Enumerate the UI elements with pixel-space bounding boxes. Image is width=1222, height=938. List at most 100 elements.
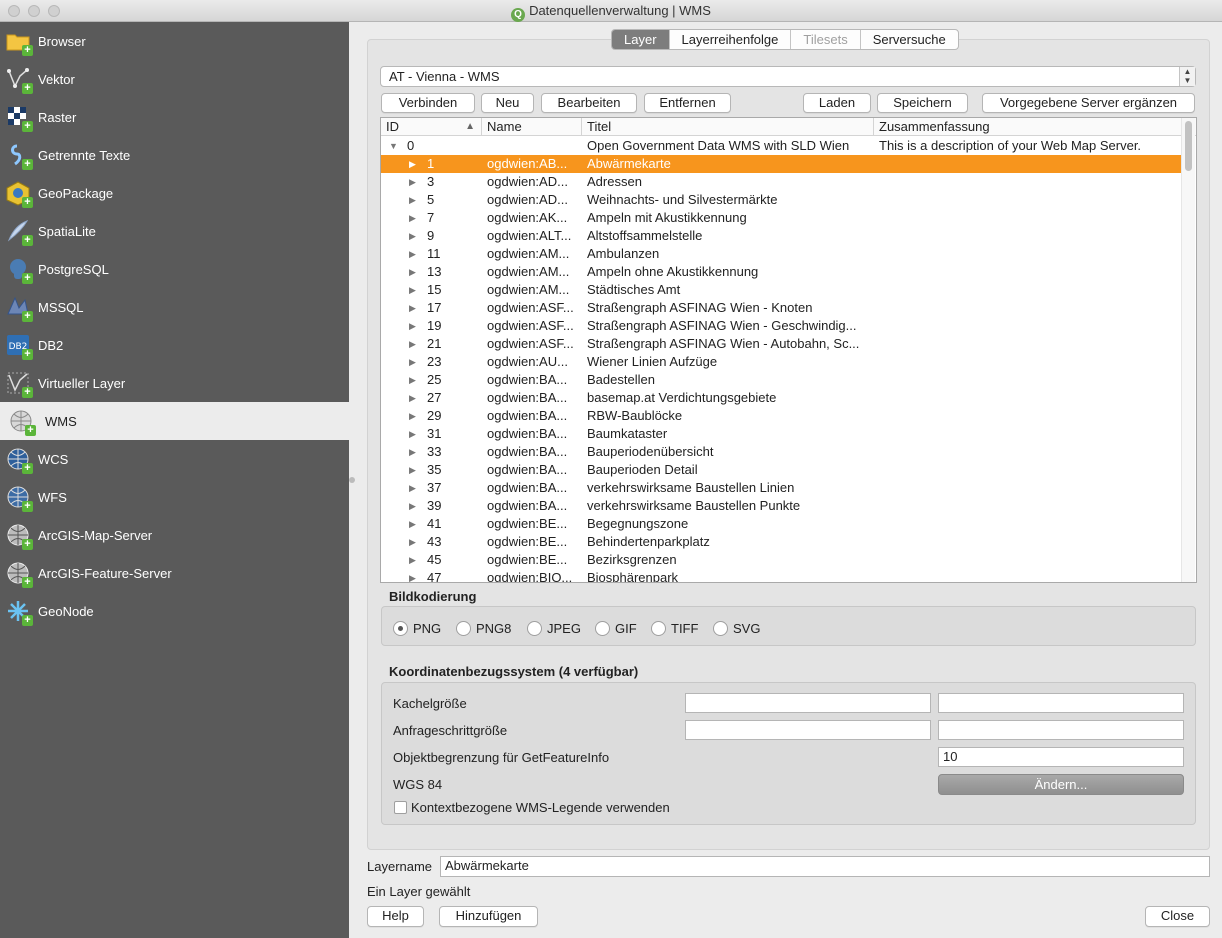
step-height-input[interactable] xyxy=(938,720,1184,740)
table-row[interactable]: ▶ 39 ogdwien:BA... verkehrswirksame Baustel… xyxy=(381,497,1183,515)
table-row[interactable]: ▶ 41 ogdwien:BE... Begegnungszone xyxy=(381,515,1183,533)
sidebar-item-getrennte-texte[interactable]: + Getrennte Texte xyxy=(0,136,349,174)
column-header-title[interactable]: Titel xyxy=(582,118,874,136)
change-crs-button[interactable]: Ändern... xyxy=(938,774,1184,795)
expand-triangle-icon[interactable]: ▶ xyxy=(409,497,416,515)
sidebar-item-raster[interactable]: + Raster xyxy=(0,98,349,136)
table-row-root[interactable]: ▼ 0 Open Government Data WMS with SLD Wi… xyxy=(381,137,1183,155)
table-row[interactable]: ▶ 17 ogdwien:ASF... Straßengraph ASFINAG Wi… xyxy=(381,299,1183,317)
column-header-name[interactable]: Name xyxy=(482,118,582,136)
table-row[interactable]: ▶ 33 ogdwien:BA... Bauperiodenübersicht xyxy=(381,443,1183,461)
table-row[interactable]: ▶ 27 ogdwien:BA... basemap.at Verdichtungsg… xyxy=(381,389,1183,407)
table-row[interactable]: ▶ 13 ogdwien:AM... Ampeln ohne Akustikkennu… xyxy=(381,263,1183,281)
sidebar-item-postgresql[interactable]: + PostgreSQL xyxy=(0,250,349,288)
table-row[interactable]: ▶ 47 ogdwien:BIO... Biosphärenpark xyxy=(381,569,1183,582)
table-row[interactable]: ▶ 23 ogdwien:AU... Wiener Linien Aufzüge xyxy=(381,353,1183,371)
table-row[interactable]: ▶ 25 ogdwien:BA... Badestellen xyxy=(381,371,1183,389)
encoding-radio-png[interactable]: PNG xyxy=(393,620,441,636)
encoding-radio-tiff[interactable]: TIFF xyxy=(651,620,698,636)
expand-triangle-icon[interactable]: ▶ xyxy=(409,353,416,371)
expand-triangle-icon[interactable]: ▶ xyxy=(409,317,416,335)
table-vertical-scrollbar[interactable] xyxy=(1181,118,1195,582)
table-row[interactable]: ▶ 9 ogdwien:ALT... Altstoffsammelstelle xyxy=(381,227,1183,245)
expand-triangle-icon[interactable]: ▶ xyxy=(409,227,416,245)
column-header-id[interactable]: ID ▲ xyxy=(381,118,482,136)
expand-triangle-icon[interactable]: ▶ xyxy=(409,515,416,533)
sidebar-item-arcgis-feature-server[interactable]: + ArcGIS-Feature-Server xyxy=(0,554,349,592)
table-row[interactable]: ▶ 43 ogdwien:BE... Behindertenparkplatz xyxy=(381,533,1183,551)
table-row[interactable]: ▶ 21 ogdwien:ASF... Straßengraph ASFINAG Wi… xyxy=(381,335,1183,353)
expand-triangle-icon[interactable]: ▶ xyxy=(409,263,416,281)
edit-button[interactable]: Bearbeiten xyxy=(541,93,637,113)
add-default-servers-button[interactable]: Vorgegebene Server ergänzen xyxy=(982,93,1195,113)
expand-triangle-icon[interactable]: ▶ xyxy=(409,461,416,479)
encoding-radio-png8[interactable]: PNG8 xyxy=(456,620,511,636)
tab-tilesets[interactable]: Tilesets xyxy=(791,30,861,49)
tile-height-input[interactable] xyxy=(938,693,1184,713)
connect-button[interactable]: Verbinden xyxy=(381,93,475,113)
expand-triangle-icon[interactable]: ▶ xyxy=(409,155,416,173)
table-row[interactable]: ▶ 19 ogdwien:ASF... Straßengraph ASFINAG Wi… xyxy=(381,317,1183,335)
expand-triangle-icon[interactable]: ▶ xyxy=(409,191,416,209)
sidebar-item-mssql[interactable]: + MSSQL xyxy=(0,288,349,326)
feature-limit-input[interactable]: 10 xyxy=(938,747,1184,767)
scrollbar-thumb[interactable] xyxy=(1185,121,1192,171)
expand-triangle-icon[interactable]: ▶ xyxy=(409,209,416,227)
table-row[interactable]: ▶ 1 ogdwien:AB... Abwärmekarte xyxy=(381,155,1183,173)
save-button[interactable]: Speichern xyxy=(877,93,968,113)
encoding-radio-jpeg[interactable]: JPEG xyxy=(527,620,581,636)
table-row[interactable]: ▶ 15 ogdwien:AM... Städtisches Amt xyxy=(381,281,1183,299)
expand-triangle-icon[interactable]: ▶ xyxy=(409,371,416,389)
expand-triangle-icon[interactable]: ▶ xyxy=(409,299,416,317)
sidebar-item-vektor[interactable]: + Vektor xyxy=(0,60,349,98)
encoding-radio-svg[interactable]: SVG xyxy=(713,620,760,636)
sidebar-item-arcgis-map-server[interactable]: + ArcGIS-Map-Server xyxy=(0,516,349,554)
table-row[interactable]: ▶ 45 ogdwien:BE... Bezirksgrenzen xyxy=(381,551,1183,569)
sidebar-item-browser[interactable]: + Browser xyxy=(0,22,349,60)
sidebar-item-wms[interactable]: + WMS xyxy=(0,402,349,440)
sidebar-item-wcs[interactable]: + WCS xyxy=(0,440,349,478)
help-button[interactable]: Help xyxy=(367,906,424,927)
layer-tree-table[interactable]: ID ▲ Name Titel Zusammenfassung ▼ 0 Open… xyxy=(380,117,1197,583)
layername-input[interactable]: Abwärmekarte xyxy=(440,856,1210,877)
sidebar-item-wfs[interactable]: + WFS xyxy=(0,478,349,516)
step-width-input[interactable] xyxy=(685,720,931,740)
table-row[interactable]: ▶ 5 ogdwien:AD... Weihnachts- und Silvester… xyxy=(381,191,1183,209)
connection-select[interactable]: AT - Vienna - WMS ▲ ▼ xyxy=(380,66,1196,87)
new-button[interactable]: Neu xyxy=(481,93,534,113)
expand-triangle-icon[interactable]: ▶ xyxy=(409,551,416,569)
sidebar-item-geonode[interactable]: + GeoNode xyxy=(0,592,349,630)
sidebar-item-spatialite[interactable]: + SpatiaLite xyxy=(0,212,349,250)
expand-triangle-icon[interactable]: ▶ xyxy=(409,389,416,407)
tab-layer-order[interactable]: Layerreihenfolge xyxy=(670,30,792,49)
tab-layer[interactable]: Layer xyxy=(612,30,670,49)
table-row[interactable]: ▶ 37 ogdwien:BA... verkehrswirksame Baustel… xyxy=(381,479,1183,497)
sidebar-item-virtueller-layer[interactable]: + Virtueller Layer xyxy=(0,364,349,402)
close-button[interactable]: Close xyxy=(1145,906,1210,927)
table-row[interactable]: ▶ 35 ogdwien:BA... Bauperioden Detail xyxy=(381,461,1183,479)
remove-button[interactable]: Entfernen xyxy=(644,93,731,113)
splitter-handle[interactable] xyxy=(349,477,355,483)
expand-triangle-icon[interactable]: ▶ xyxy=(409,335,416,353)
table-row[interactable]: ▶ 31 ogdwien:BA... Baumkataster xyxy=(381,425,1183,443)
expand-triangle-icon[interactable]: ▶ xyxy=(409,245,416,263)
table-row[interactable]: ▶ 29 ogdwien:BA... RBW-Baublöcke xyxy=(381,407,1183,425)
table-row[interactable]: ▶ 3 ogdwien:AD... Adressen xyxy=(381,173,1183,191)
expand-triangle-icon[interactable]: ▶ xyxy=(409,173,416,191)
expand-triangle-icon[interactable]: ▶ xyxy=(409,479,416,497)
expand-triangle-icon[interactable]: ▶ xyxy=(409,407,416,425)
sidebar-item-db2[interactable]: DB2 + DB2 xyxy=(0,326,349,364)
expand-triangle-icon[interactable]: ▶ xyxy=(409,443,416,461)
encoding-radio-gif[interactable]: GIF xyxy=(595,620,637,636)
tile-width-input[interactable] xyxy=(685,693,931,713)
expand-triangle-icon[interactable]: ▶ xyxy=(409,569,416,582)
legend-checkbox[interactable] xyxy=(394,801,407,814)
expand-triangle-icon[interactable]: ▶ xyxy=(409,281,416,299)
collapse-triangle-icon[interactable]: ▼ xyxy=(389,137,398,155)
table-row[interactable]: ▶ 11 ogdwien:AM... Ambulanzen xyxy=(381,245,1183,263)
table-row[interactable]: ▶ 7 ogdwien:AK... Ampeln mit Akustikkennung xyxy=(381,209,1183,227)
sidebar-item-geopackage[interactable]: + GeoPackage xyxy=(0,174,349,212)
expand-triangle-icon[interactable]: ▶ xyxy=(409,425,416,443)
column-header-summary[interactable]: Zusammenfassung xyxy=(874,118,1183,136)
tab-server-search[interactable]: Serversuche xyxy=(861,30,958,49)
